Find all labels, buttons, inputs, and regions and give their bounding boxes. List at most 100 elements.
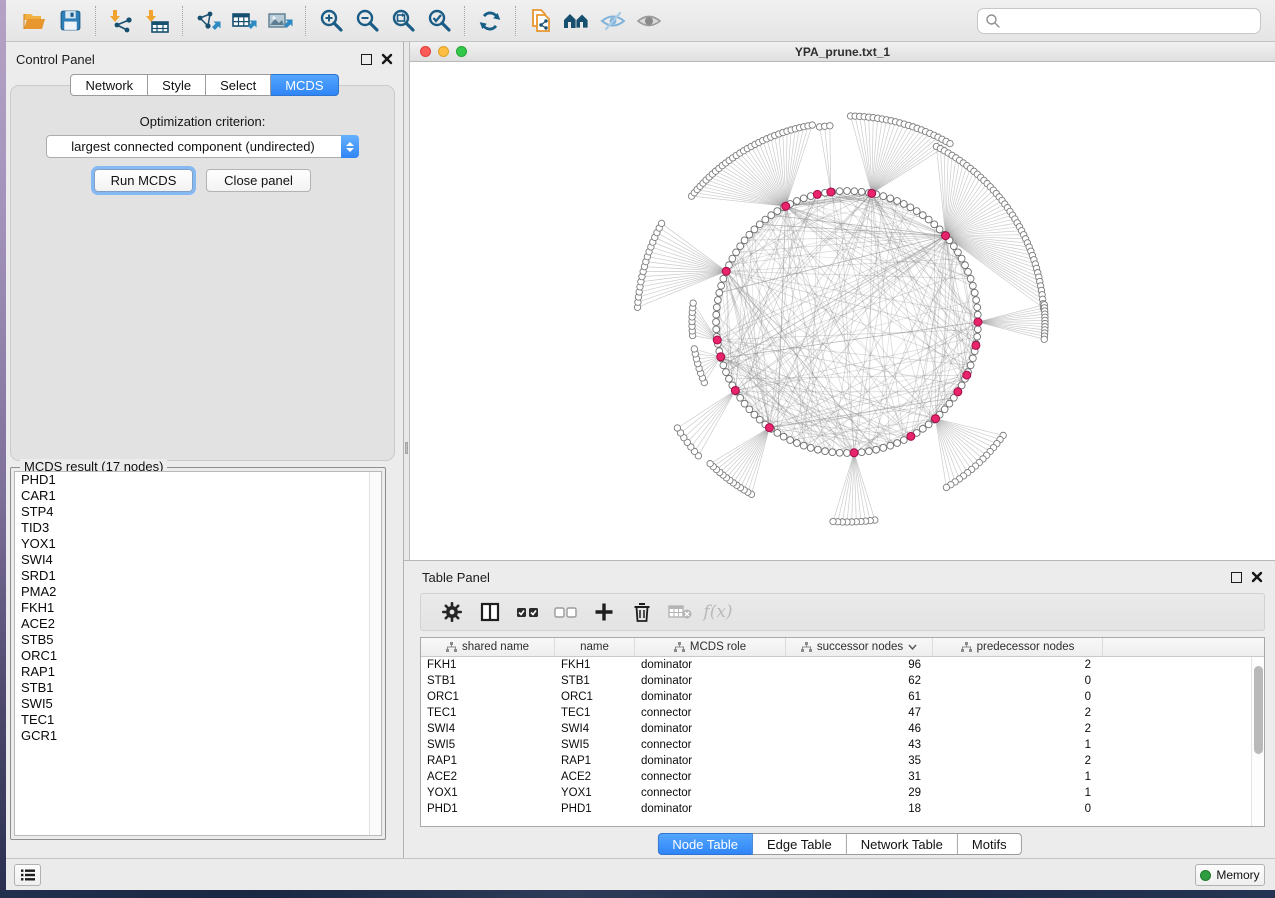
save-session-icon[interactable] bbox=[52, 5, 88, 37]
select-all-icon[interactable] bbox=[509, 597, 547, 627]
splitter-grip[interactable] bbox=[405, 442, 408, 454]
mcds-result-list[interactable]: PHD1CAR1STP4TID3YOX1SWI4SRD1PMA2FKH1ACE2… bbox=[14, 471, 382, 836]
table-cell: 18 bbox=[786, 801, 933, 817]
mcds-result-item[interactable]: STB1 bbox=[15, 680, 381, 696]
duplicate-network-icon[interactable] bbox=[523, 5, 559, 37]
mcds-result-item[interactable]: TEC1 bbox=[15, 712, 381, 728]
delete-rows-trash-icon[interactable] bbox=[623, 597, 661, 627]
open-file-icon[interactable] bbox=[16, 5, 52, 37]
table-cell: 96 bbox=[786, 657, 933, 673]
zoom-in-icon[interactable] bbox=[313, 5, 349, 37]
search-input[interactable] bbox=[1001, 11, 1260, 31]
table-row[interactable]: FKH1FKH1dominator962 bbox=[421, 657, 1251, 673]
clear-selection-icon[interactable] bbox=[547, 597, 585, 627]
table-cell: dominator bbox=[635, 689, 786, 705]
table-row[interactable]: ORC1ORC1dominator610 bbox=[421, 689, 1251, 705]
close-panel-button[interactable]: Close panel bbox=[206, 169, 311, 192]
zoom-out-icon[interactable] bbox=[349, 5, 385, 37]
mcds-result-item[interactable]: PMA2 bbox=[15, 584, 381, 600]
float-panel-icon[interactable] bbox=[361, 54, 372, 65]
zoom-fit-icon[interactable] bbox=[385, 5, 421, 37]
mcds-result-item[interactable]: PHD1 bbox=[15, 472, 381, 488]
column-header-name[interactable]: name bbox=[555, 638, 635, 656]
table-row[interactable]: STB1STB1dominator620 bbox=[421, 673, 1251, 689]
mcds-result-item[interactable]: SWI5 bbox=[15, 696, 381, 712]
mcds-result-item[interactable]: FKH1 bbox=[15, 600, 381, 616]
table-row[interactable]: YOX1YOX1connector291 bbox=[421, 785, 1251, 801]
table-cell: RAP1 bbox=[421, 753, 555, 769]
tab-style[interactable]: Style bbox=[148, 74, 206, 96]
table-cell: 1 bbox=[933, 737, 1103, 753]
show-all-eye-icon[interactable] bbox=[631, 5, 667, 37]
task-history-button[interactable] bbox=[14, 864, 41, 886]
table-cell: dominator bbox=[635, 801, 786, 817]
network-canvas[interactable] bbox=[410, 62, 1275, 560]
tab-edge-table[interactable]: Edge Table bbox=[753, 833, 847, 855]
table-panel-title: Table Panel bbox=[422, 570, 490, 585]
show-columns-icon[interactable] bbox=[471, 597, 509, 627]
delete-table-icon[interactable] bbox=[661, 597, 699, 627]
export-image-icon[interactable] bbox=[262, 5, 298, 37]
table-cell: 47 bbox=[786, 705, 933, 721]
mcds-result-item[interactable]: SWI4 bbox=[15, 552, 381, 568]
table-row[interactable]: SWI5SWI5connector431 bbox=[421, 737, 1251, 753]
function-builder-icon[interactable]: f(x) bbox=[699, 597, 737, 627]
tab-mcds[interactable]: MCDS bbox=[271, 74, 338, 96]
mcds-result-item[interactable]: SRD1 bbox=[15, 568, 381, 584]
table-cell: TEC1 bbox=[555, 705, 635, 721]
refresh-icon[interactable] bbox=[472, 5, 508, 37]
table-scrollbar-thumb[interactable] bbox=[1254, 666, 1263, 754]
float-table-panel-icon[interactable] bbox=[1231, 572, 1242, 583]
run-mcds-button[interactable]: Run MCDS bbox=[94, 169, 193, 192]
table-cell: dominator bbox=[635, 753, 786, 769]
table-cell: 31 bbox=[786, 769, 933, 785]
table-row[interactable]: TEC1TEC1connector472 bbox=[421, 705, 1251, 721]
mcds-result-item[interactable]: STP4 bbox=[15, 504, 381, 520]
import-table-icon[interactable] bbox=[139, 5, 175, 37]
column-header-MCDS-role[interactable]: MCDS role bbox=[635, 638, 786, 656]
mcds-result-item[interactable]: TID3 bbox=[15, 520, 381, 536]
memory-label: Memory bbox=[1216, 868, 1259, 882]
settings-gear-icon[interactable] bbox=[433, 597, 471, 627]
mcds-result-item[interactable]: STB5 bbox=[15, 632, 381, 648]
search-field[interactable] bbox=[977, 8, 1261, 34]
mcds-result-item[interactable]: GCR1 bbox=[15, 728, 381, 744]
table-row[interactable]: RAP1RAP1dominator352 bbox=[421, 753, 1251, 769]
tab-network-table[interactable]: Network Table bbox=[847, 833, 958, 855]
column-header-predecessor-nodes[interactable]: predecessor nodes bbox=[933, 638, 1103, 656]
table-tabs: Node Table Edge Table Network Table Moti… bbox=[657, 833, 1021, 855]
mcds-result-item[interactable]: ORC1 bbox=[15, 648, 381, 664]
mcds-result-item[interactable]: CAR1 bbox=[15, 488, 381, 504]
column-header-successor-nodes[interactable]: successor nodes bbox=[786, 638, 933, 656]
tab-select[interactable]: Select bbox=[206, 74, 271, 96]
hide-selected-eye-slash-icon[interactable] bbox=[595, 5, 631, 37]
table-row[interactable]: SWI4SWI4dominator462 bbox=[421, 721, 1251, 737]
table-scrollbar[interactable] bbox=[1251, 657, 1264, 826]
table-cell: 62 bbox=[786, 673, 933, 689]
memory-button[interactable]: Memory bbox=[1195, 864, 1265, 886]
close-panel-icon[interactable] bbox=[381, 53, 393, 65]
tab-motifs[interactable]: Motifs bbox=[958, 833, 1022, 855]
criterion-dropdown[interactable]: largest connected component (undirected) bbox=[46, 135, 359, 158]
zoom-selected-icon[interactable] bbox=[421, 5, 457, 37]
export-network-icon[interactable] bbox=[190, 5, 226, 37]
mcds-list-scrollbar[interactable] bbox=[369, 472, 381, 835]
houses-icon[interactable] bbox=[559, 5, 595, 37]
export-table-icon[interactable] bbox=[226, 5, 262, 37]
mcds-result-item[interactable]: RAP1 bbox=[15, 664, 381, 680]
table-header-row: shared namenameMCDS rolesuccessor nodesp… bbox=[421, 638, 1264, 657]
network-window-title: YPA_prune.txt_1 bbox=[410, 45, 1275, 59]
toolbar-separator bbox=[464, 6, 465, 36]
column-header-shared-name[interactable]: shared name bbox=[421, 638, 555, 656]
node-table: shared namenameMCDS rolesuccessor nodesp… bbox=[420, 637, 1265, 827]
import-network-icon[interactable] bbox=[103, 5, 139, 37]
table-row[interactable]: PHD1PHD1dominator180 bbox=[421, 801, 1251, 817]
table-row[interactable]: ACE2ACE2connector311 bbox=[421, 769, 1251, 785]
table-cell: dominator bbox=[635, 673, 786, 689]
tab-network[interactable]: Network bbox=[70, 74, 148, 96]
mcds-result-item[interactable]: ACE2 bbox=[15, 616, 381, 632]
add-row-icon[interactable] bbox=[585, 597, 623, 627]
close-table-panel-icon[interactable] bbox=[1251, 571, 1263, 583]
mcds-result-item[interactable]: YOX1 bbox=[15, 536, 381, 552]
tab-node-table[interactable]: Node Table bbox=[657, 833, 753, 855]
